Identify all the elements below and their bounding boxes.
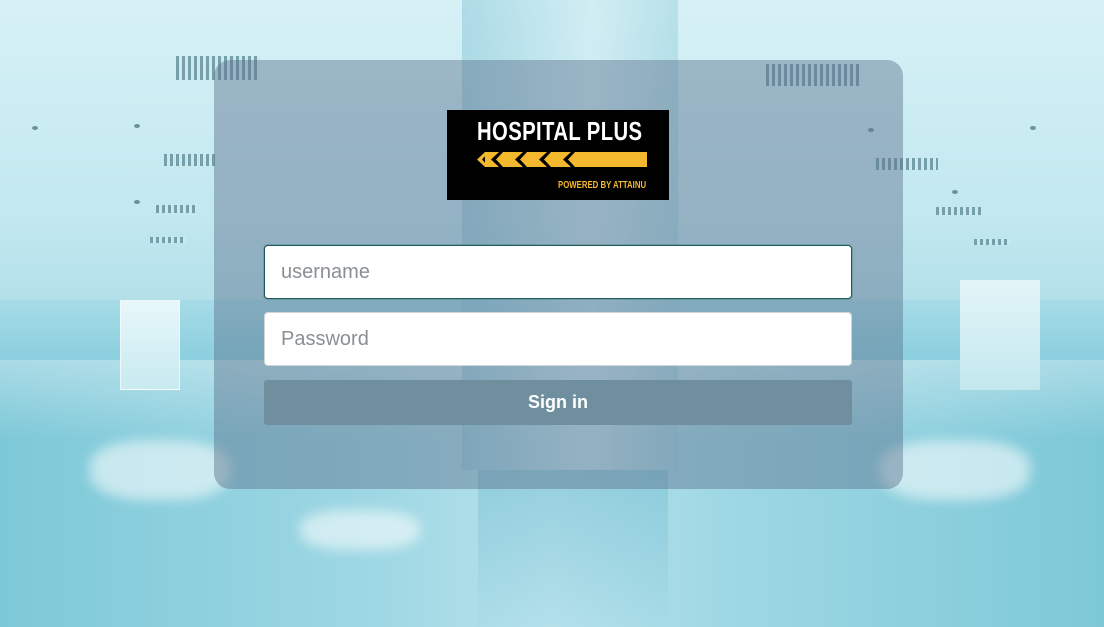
ceiling-light [134,124,140,128]
password-input[interactable] [264,312,852,366]
ceiling-vent [164,154,218,166]
username-input[interactable] [264,245,852,299]
ceiling-vent [150,237,186,243]
ceiling-vent [156,205,198,213]
pillar-reflection [478,470,668,627]
sign-in-button[interactable]: Sign in [264,380,852,425]
ceiling-light [952,190,958,194]
logo-subtitle: POWERED BY ATTAINU [558,180,647,191]
far-hallway-left [120,300,180,390]
ceiling-light [32,126,38,130]
floor-glare [300,510,420,550]
ceiling-light [134,200,140,204]
ceiling-vent [974,239,1010,245]
hospital-plus-logo: HOSPITAL PLUS POWERED BY ATTAINU [447,110,669,200]
ceiling-vent [936,207,982,215]
far-hallway-right [960,280,1040,390]
chevron-arrows-icon [477,152,647,167]
ceiling-light [1030,126,1036,130]
logo-title: HOSPITAL PLUS [477,116,643,146]
floor-glare [90,440,230,500]
